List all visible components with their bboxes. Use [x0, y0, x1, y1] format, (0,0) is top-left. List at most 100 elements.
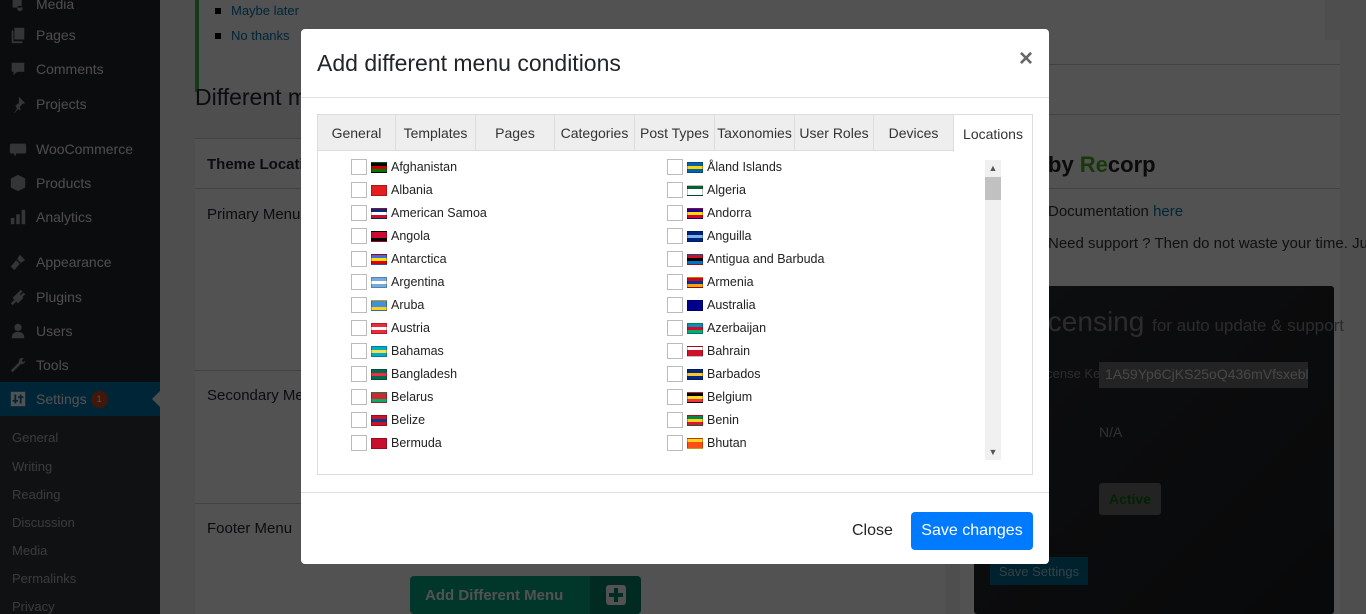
country-checkbox[interactable]: [351, 320, 367, 336]
country-option[interactable]: Azerbaijan: [667, 318, 766, 338]
country-checkbox[interactable]: [667, 435, 683, 451]
country-label: Belarus: [391, 390, 434, 404]
save-changes-button[interactable]: Save changes: [911, 512, 1033, 550]
country-option[interactable]: Armenia: [667, 272, 754, 292]
tab-general[interactable]: General: [318, 115, 396, 151]
country-label: Aruba: [391, 298, 425, 312]
country-option[interactable]: Belgium: [667, 387, 752, 407]
country-checkbox[interactable]: [667, 228, 683, 244]
country-label: Argentina: [391, 275, 445, 289]
country-checkbox[interactable]: [351, 251, 367, 267]
country-option[interactable]: Anguilla: [667, 226, 751, 246]
country-checkbox[interactable]: [351, 159, 367, 175]
flag-icon: [371, 207, 387, 219]
country-option[interactable]: Belarus: [351, 387, 433, 407]
country-option[interactable]: Antigua and Barbuda: [667, 249, 824, 269]
country-option[interactable]: Bahamas: [351, 341, 444, 361]
locations-list: Afghanistan Albania American Samoa Angola An…: [318, 152, 1032, 474]
country-option[interactable]: American Samoa: [351, 203, 487, 223]
country-checkbox[interactable]: [667, 297, 683, 313]
country-checkbox[interactable]: [351, 412, 367, 428]
country-option[interactable]: Belize: [351, 410, 425, 430]
country-label: Benin: [707, 413, 739, 427]
scrollbar[interactable]: ▲ ▼: [985, 160, 1001, 460]
flag-icon: [687, 414, 703, 426]
country-checkbox[interactable]: [667, 159, 683, 175]
modal-title: Add different menu conditions: [317, 50, 621, 76]
country-option[interactable]: Algeria: [667, 180, 746, 200]
flag-icon: [371, 161, 387, 173]
country-checkbox[interactable]: [351, 343, 367, 359]
country-option[interactable]: Bhutan: [667, 433, 747, 453]
scroll-thumb[interactable]: [985, 177, 1001, 200]
scroll-down-arrow-icon[interactable]: ▼: [985, 444, 1001, 460]
country-option[interactable]: Australia: [667, 295, 756, 315]
country-checkbox[interactable]: [667, 389, 683, 405]
close-button[interactable]: Close: [840, 512, 905, 550]
flag-icon: [687, 161, 703, 173]
country-option[interactable]: Bangladesh: [351, 364, 457, 384]
country-checkbox[interactable]: [667, 343, 683, 359]
country-option[interactable]: Åland Islands: [667, 157, 782, 177]
country-option[interactable]: Angola: [351, 226, 430, 246]
flag-icon: [687, 299, 703, 311]
country-option[interactable]: Andorra: [667, 203, 751, 223]
country-option[interactable]: Bahrain: [667, 341, 750, 361]
flag-icon: [371, 368, 387, 380]
country-checkbox[interactable]: [351, 274, 367, 290]
country-checkbox[interactable]: [351, 297, 367, 313]
country-option[interactable]: Barbados: [667, 364, 761, 384]
country-label: Belgium: [707, 390, 753, 404]
country-label: Antigua and Barbuda: [707, 252, 825, 266]
country-checkbox[interactable]: [351, 366, 367, 382]
country-checkbox[interactable]: [351, 182, 367, 198]
country-option[interactable]: Argentina: [351, 272, 445, 292]
country-option[interactable]: Austria: [351, 318, 430, 338]
tab-devices[interactable]: Devices: [874, 115, 954, 151]
flag-icon: [371, 414, 387, 426]
country-option[interactable]: Aruba: [351, 295, 424, 315]
country-option[interactable]: Benin: [667, 410, 739, 430]
tab-categories[interactable]: Categories: [555, 115, 635, 151]
country-checkbox[interactable]: [351, 435, 367, 451]
tab-pages[interactable]: Pages: [476, 115, 555, 151]
country-label: Austria: [391, 321, 430, 335]
tab-locations[interactable]: Locations: [953, 115, 1032, 152]
flag-icon: [687, 368, 703, 380]
tab-templates[interactable]: Templates: [396, 115, 476, 151]
country-option[interactable]: Afghanistan: [351, 157, 457, 177]
tab-taxonomies[interactable]: Taxonomies: [715, 115, 795, 151]
close-icon[interactable]: ×: [1019, 47, 1033, 71]
country-label: Bhutan: [707, 436, 747, 450]
country-checkbox[interactable]: [667, 182, 683, 198]
country-label: Bahrain: [707, 344, 751, 358]
country-label: Åland Islands: [707, 160, 783, 174]
tab-post-types[interactable]: Post Types: [635, 115, 715, 151]
flag-icon: [371, 276, 387, 288]
modal-header: Add different menu conditions ×: [301, 29, 1049, 98]
country-checkbox[interactable]: [351, 228, 367, 244]
country-option[interactable]: Antarctica: [351, 249, 447, 269]
flag-icon: [687, 276, 703, 288]
flag-icon: [371, 299, 387, 311]
country-option[interactable]: Bermuda: [351, 433, 442, 453]
menu-conditions-modal: Add different menu conditions × General …: [301, 29, 1049, 564]
country-label: Andorra: [707, 206, 752, 220]
tab-user-roles[interactable]: User Roles: [795, 115, 874, 151]
country-checkbox[interactable]: [667, 274, 683, 290]
country-label: Algeria: [707, 183, 746, 197]
country-checkbox[interactable]: [667, 366, 683, 382]
country-checkbox[interactable]: [667, 251, 683, 267]
country-label: Angola: [391, 229, 430, 243]
country-checkbox[interactable]: [667, 205, 683, 221]
scroll-up-arrow-icon[interactable]: ▲: [985, 160, 1001, 176]
country-checkbox[interactable]: [351, 205, 367, 221]
flag-icon: [371, 253, 387, 265]
country-checkbox[interactable]: [667, 320, 683, 336]
country-label: Australia: [707, 298, 756, 312]
tab-bar: General Templates Pages Categories Post …: [318, 115, 1032, 152]
country-option[interactable]: Albania: [351, 180, 433, 200]
country-label: Barbados: [707, 367, 761, 381]
country-checkbox[interactable]: [351, 389, 367, 405]
country-checkbox[interactable]: [667, 412, 683, 428]
